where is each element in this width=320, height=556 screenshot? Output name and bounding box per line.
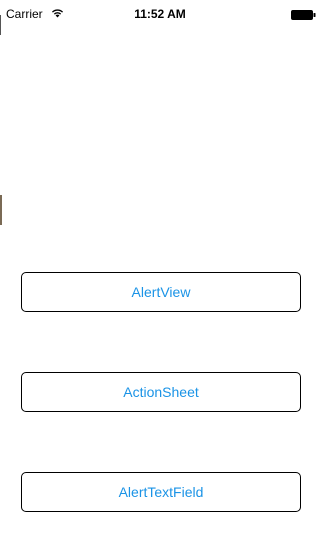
window-edge-mark <box>0 15 1 35</box>
alert-view-button[interactable]: AlertView <box>21 272 301 312</box>
status-time: 11:52 AM <box>134 7 186 21</box>
window-edge-mark <box>0 195 2 225</box>
status-bar: Carrier 11:52 AM <box>0 0 320 21</box>
app-screen: Carrier 11:52 AM AlertView ActionSheet A… <box>0 0 320 556</box>
alert-text-field-button[interactable]: AlertTextField <box>21 472 301 512</box>
action-sheet-button[interactable]: ActionSheet <box>21 372 301 412</box>
battery-icon <box>291 10 316 20</box>
